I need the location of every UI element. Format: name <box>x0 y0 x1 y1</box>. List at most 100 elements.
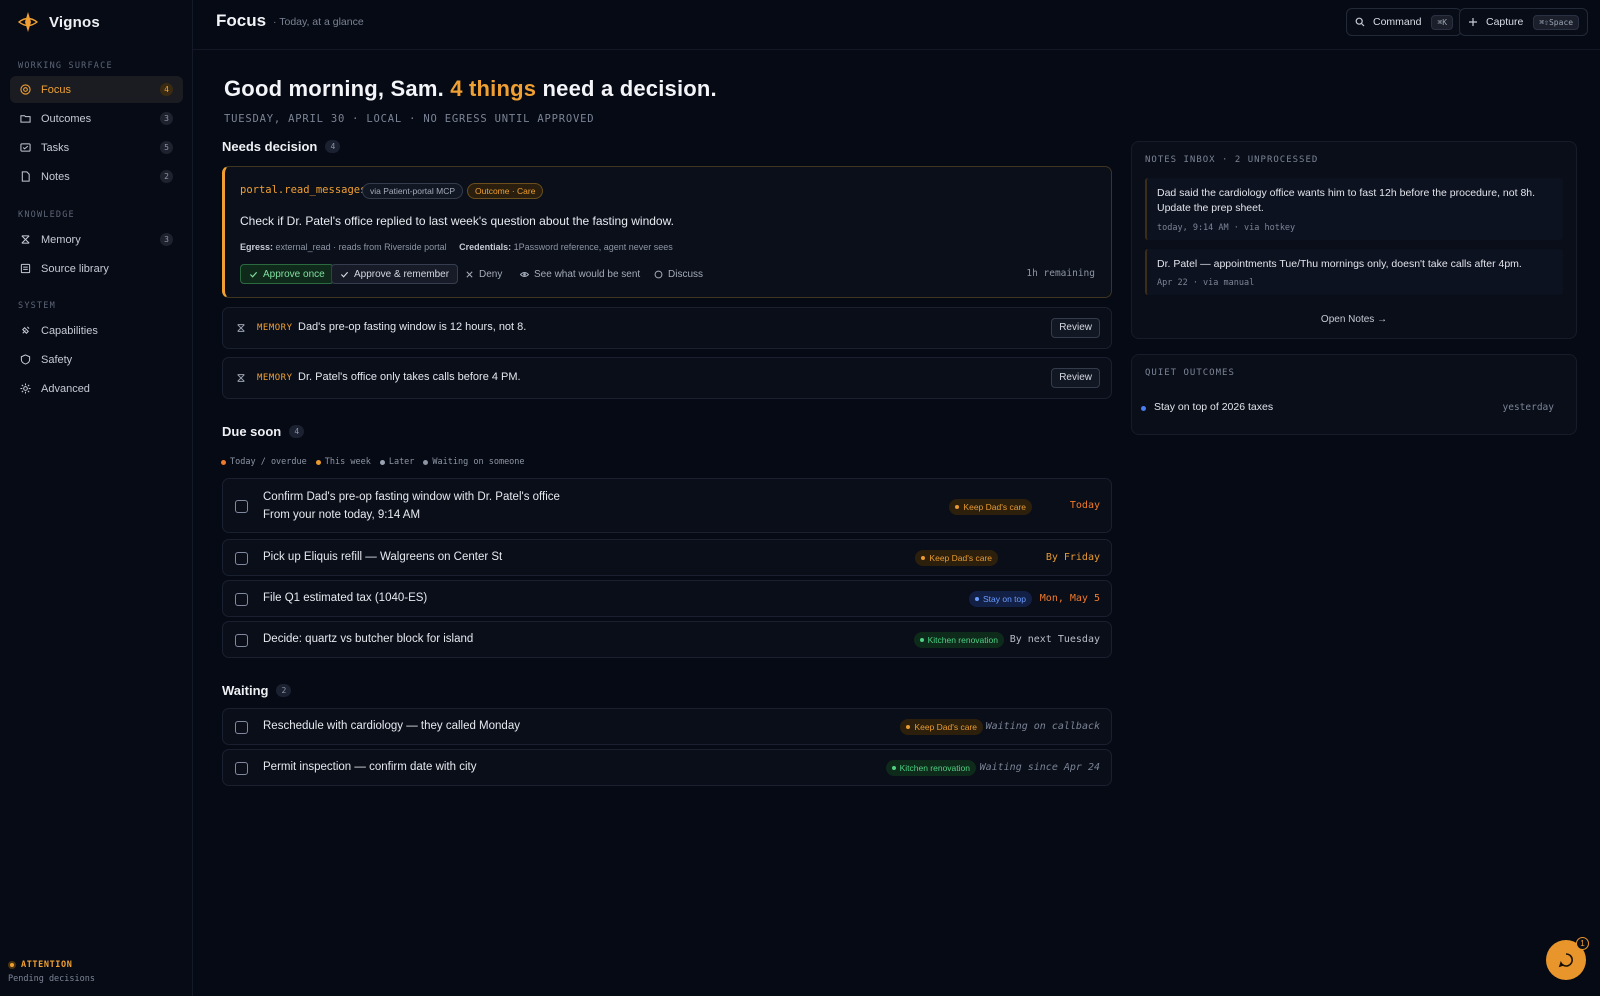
logo-icon <box>17 12 39 32</box>
note-item[interactable]: Dr. Patel — appointments Tue/Thu morning… <box>1145 249 1563 295</box>
outcome-badge[interactable]: Stay on top <box>968 591 1032 607</box>
sidebar-item-count: 5 <box>160 141 173 154</box>
section-system: System <box>18 301 56 311</box>
sidebar-item-label: Outcomes <box>41 112 92 125</box>
note-meta: Apr 22 · via manual <box>1157 278 1255 288</box>
sidebar-item-memory[interactable]: Memory 3 <box>10 226 183 253</box>
task-row[interactable]: File Q1 estimated tax (1040-ES) Stay on … <box>222 580 1112 617</box>
legend-label: Later <box>388 457 415 467</box>
credentials-label: Credentials: <box>459 242 512 252</box>
note-text: Dr. Patel — appointments Tue/Thu morning… <box>1157 258 1522 270</box>
capture-shortcut: ⌘⇧Space <box>1533 14 1580 30</box>
sidebar-item-notes[interactable]: Notes 2 <box>10 163 183 190</box>
greeting-highlight: 4 things <box>450 76 537 101</box>
greeting-suffix: need a decision. <box>542 76 717 101</box>
plug-icon <box>22 326 30 334</box>
approve-once-label: Approve once <box>263 268 325 280</box>
time-remaining: 1h remaining <box>1026 268 1095 279</box>
due-soon-heading: Due soon 4 <box>222 424 305 439</box>
memory-icon <box>237 374 245 382</box>
legend-dot <box>379 459 385 465</box>
legend-dot <box>423 459 429 465</box>
section-title: Waiting <box>222 683 269 698</box>
outcome-badge[interactable]: Keep Dad's care <box>900 719 983 735</box>
discuss-button[interactable]: Discuss <box>650 264 707 284</box>
sidebar-item-source-library[interactable]: Source library <box>10 255 183 282</box>
review-button[interactable]: Review <box>1051 318 1100 338</box>
open-notes-link[interactable]: Open Notes → <box>1132 314 1576 325</box>
task-checkbox[interactable] <box>235 500 248 513</box>
task-checkbox[interactable] <box>235 593 248 606</box>
approve-remember-button[interactable]: Approve & remember <box>331 264 459 284</box>
legend-label: This week <box>324 457 371 467</box>
attention-indicator[interactable]: ATTENTION Pending decisions <box>8 960 95 984</box>
sidebar-item-tasks[interactable]: Tasks 5 <box>10 134 183 161</box>
outcome-badge[interactable]: Kitchen renovation <box>885 760 976 776</box>
attention-subtitle: Pending decisions <box>8 974 95 984</box>
page-subtitle: · Today, at a glance <box>273 16 364 28</box>
sidebar-item-safety[interactable]: Safety <box>10 346 183 373</box>
outcome-pill[interactable]: Outcome · Care <box>467 183 544 199</box>
brand[interactable]: Vignos <box>0 0 192 44</box>
chat-icon <box>1558 953 1573 968</box>
credentials-value: 1Password reference, agent never sees <box>513 242 673 252</box>
task-row[interactable]: Pick up Eliquis refill — Walgreens on Ce… <box>222 539 1112 576</box>
task-title: Decide: quartz vs butcher block for isla… <box>263 633 474 645</box>
sidebar-item-label: Source library <box>41 262 109 275</box>
task-due: By next Tuesday <box>1009 634 1100 645</box>
search-icon <box>1355 17 1365 27</box>
legend-item: Later <box>379 457 415 467</box>
task-due: Waiting on callback <box>985 721 1100 732</box>
legend-item: Waiting on someone <box>423 457 525 467</box>
command-button[interactable]: Command ⌘K <box>1346 8 1463 36</box>
decision-question: Check if Dr. Patel's office replied to l… <box>240 214 674 228</box>
gear-icon <box>20 383 31 394</box>
task-row[interactable]: Permit inspection — confirm date with ci… <box>222 749 1112 786</box>
due-legend: Today / overdue This week Later Waiting … <box>221 457 534 467</box>
note-item[interactable]: Dad said the cardiology office wants him… <box>1145 178 1563 240</box>
task-checkbox[interactable] <box>235 762 248 775</box>
sidebar-item-capabilities[interactable]: Capabilities <box>10 317 183 344</box>
sidebar-item-count: 4 <box>160 83 173 96</box>
note-text: Dad said the cardiology office wants him… <box>1157 187 1536 214</box>
quiet-outcomes-panel: QUIET OUTCOMES Stay on top of 2026 taxes… <box>1131 354 1577 435</box>
shield-icon <box>20 354 31 365</box>
sidebar-item-advanced[interactable]: Advanced <box>10 375 183 402</box>
section-count: 4 <box>289 425 305 438</box>
outcome-badge[interactable]: Keep Dad's care <box>915 550 998 566</box>
sidebar: Vignos Working surface Focus 4 Outcomes … <box>0 0 193 996</box>
task-row[interactable]: Decide: quartz vs butcher block for isla… <box>222 621 1112 658</box>
target-icon <box>20 84 31 95</box>
checklist-icon <box>20 143 31 152</box>
sidebar-item-count: 3 <box>160 112 173 125</box>
needs-decision-heading: Needs decision 4 <box>222 139 341 154</box>
section-title: Needs decision <box>222 139 318 154</box>
task-row[interactable]: Reschedule with cardiology — they called… <box>222 708 1112 745</box>
task-title: Confirm Dad's pre-op fasting window with… <box>263 491 560 503</box>
folder-icon <box>20 115 31 123</box>
task-due: Waiting since Apr 24 <box>979 762 1100 773</box>
review-button[interactable]: Review <box>1051 368 1100 388</box>
sidebar-item-label: Memory <box>41 233 81 246</box>
notification-count: 1 <box>1576 937 1589 950</box>
decision-card: portal.read_messages via Patient-portal … <box>222 166 1112 298</box>
task-checkbox[interactable] <box>235 552 248 565</box>
section-knowledge: Knowledge <box>18 210 75 220</box>
sidebar-item-count: 3 <box>160 233 173 246</box>
capture-button[interactable]: Capture ⌘⇧Space <box>1459 8 1589 36</box>
sidebar-item-outcomes[interactable]: Outcomes 3 <box>10 105 183 132</box>
approve-once-button[interactable]: Approve once <box>240 264 334 284</box>
deny-button[interactable]: Deny <box>461 264 506 284</box>
task-checkbox[interactable] <box>235 634 248 647</box>
eye-icon <box>520 271 529 277</box>
task-checkbox[interactable] <box>235 721 248 734</box>
preview-button[interactable]: See what would be sent <box>516 264 644 284</box>
attention-dot <box>8 961 16 969</box>
sidebar-item-focus[interactable]: Focus 4 <box>10 76 183 103</box>
assistant-button[interactable]: 1 <box>1546 937 1589 980</box>
outcome-badge[interactable]: Keep Dad's care <box>949 499 1032 515</box>
outcome-badge[interactable]: Kitchen renovation <box>913 632 1004 648</box>
quiet-outcome-item[interactable]: Stay on top of 2026 taxes <box>1140 401 1273 413</box>
task-row[interactable]: Confirm Dad's pre-op fasting window with… <box>222 478 1112 533</box>
egress-value: external_read · reads from Riverside por… <box>275 242 447 252</box>
